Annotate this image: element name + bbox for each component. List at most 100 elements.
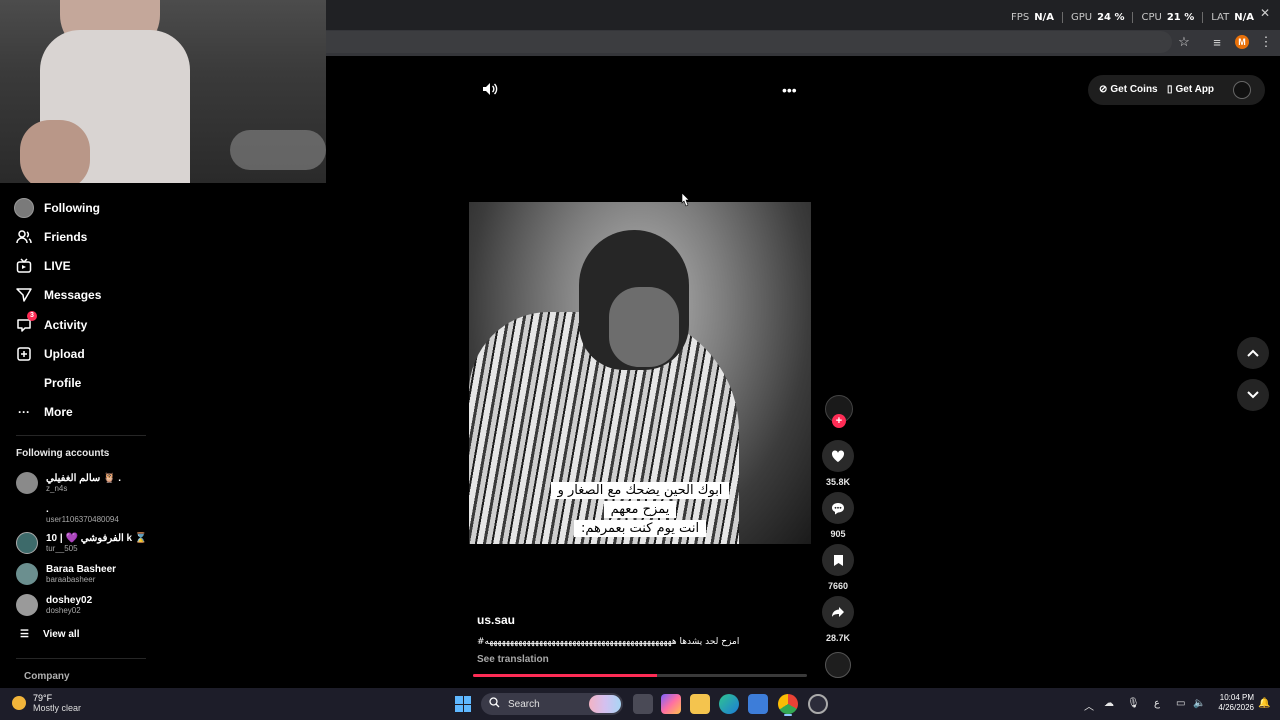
send-icon xyxy=(14,285,34,305)
account-avatar xyxy=(16,472,38,494)
list-icon: ☰ xyxy=(20,629,29,640)
task-view-icon[interactable] xyxy=(633,694,653,714)
onedrive-icon[interactable]: ☁ xyxy=(1104,698,1114,709)
copilot-icon[interactable] xyxy=(661,694,681,714)
volume-tray-icon[interactable]: 🔈 xyxy=(1193,698,1205,709)
search-highlight-image[interactable] xyxy=(589,695,621,713)
account-avatar xyxy=(16,503,38,525)
account-handle: z_n4s xyxy=(46,483,68,493)
sidebar-item-following[interactable]: Following xyxy=(14,196,100,220)
see-translation-link[interactable]: See translation xyxy=(477,654,549,665)
webcam-arm xyxy=(20,120,90,183)
dark-mode-toggle-icon[interactable] xyxy=(1233,81,1251,99)
sidebar-item-upload[interactable]: Upload xyxy=(14,342,85,366)
follow-plus-icon[interactable]: + xyxy=(832,414,846,428)
comment-action[interactable]: 905 xyxy=(822,492,854,539)
gpu-value: 24 % xyxy=(1097,12,1125,23)
video-progress-bar[interactable] xyxy=(473,674,807,677)
video-description: #امزح لحد يشدها هههههههههههههههههههههههه… xyxy=(477,637,740,647)
network-icon[interactable]: ▭ xyxy=(1176,698,1185,709)
taskbar-clock[interactable]: 10:04 PM 4/26/2026 xyxy=(1210,693,1254,713)
search-icon xyxy=(489,697,500,711)
account-name: سالم الغفيلي 🦉 . xyxy=(46,472,122,484)
fps-readout: FPS N/A xyxy=(1003,12,1063,23)
cpu-value: 21 % xyxy=(1166,12,1195,23)
profile-avatar-icon[interactable]: M xyxy=(1235,35,1249,49)
get-coins-button[interactable]: ⊘ Get Coins xyxy=(1099,84,1158,95)
lat-label: LAT xyxy=(1211,12,1230,23)
input-language-indicator[interactable]: ع xyxy=(1154,698,1160,709)
microphone-icon[interactable]: 🎙 xyxy=(1127,698,1140,709)
video-more-options-icon[interactable]: ••• xyxy=(782,82,797,98)
sidebar: Following Friends LIVE Messages 3 Activi… xyxy=(0,183,150,688)
weather-widget[interactable]: 79°F Mostly clear xyxy=(12,693,81,713)
previous-video-button[interactable] xyxy=(1237,337,1269,369)
following-avatar-icon xyxy=(14,198,34,218)
video-progress-fill xyxy=(473,674,657,677)
bookmark-star-icon[interactable]: ☆ xyxy=(1175,33,1193,51)
volume-icon[interactable] xyxy=(482,82,498,99)
sidebar-item-friends[interactable]: Friends xyxy=(14,225,87,249)
phone-icon: ▯ xyxy=(1167,84,1173,95)
sidebar-item-live[interactable]: LIVE xyxy=(14,254,71,278)
edge-icon[interactable] xyxy=(719,694,739,714)
following-account-item[interactable]: doshey02 doshey02 xyxy=(16,592,92,618)
account-handle: tur__505 xyxy=(46,543,78,553)
sidebar-item-messages[interactable]: Messages xyxy=(14,283,101,307)
plus-square-icon xyxy=(14,344,34,364)
fps-value: N/A xyxy=(1034,12,1054,23)
following-account-item[interactable]: سالم الغفيلي 🦉 . z_n4s xyxy=(16,470,121,496)
performance-overlay: FPS N/A GPU 24 % CPU 21 % LAT N/A xyxy=(1003,12,1262,23)
heart-icon[interactable] xyxy=(822,440,854,472)
following-account-item[interactable]: . user1106370480094 xyxy=(16,501,119,527)
browser-menu-icon[interactable]: ⋮ xyxy=(1257,33,1275,51)
sidebar-divider xyxy=(16,658,146,659)
following-accounts-title: Following accounts xyxy=(16,448,110,459)
chevron-down-icon xyxy=(1247,391,1259,399)
get-app-button[interactable]: ▯ Get App xyxy=(1167,84,1214,95)
sidebar-item-label: Profile xyxy=(44,376,82,390)
following-account-item[interactable]: 10 | 💜 الفرفوشي k ⌛ tur__505 xyxy=(16,530,147,556)
view-all-button[interactable]: ☰ View all xyxy=(20,629,79,640)
company-link[interactable]: Company xyxy=(24,671,70,682)
weather-moon-icon xyxy=(12,696,26,710)
account-name: 10 | 💜 الفرفوشي k ⌛ xyxy=(46,532,148,544)
reading-list-icon[interactable]: ≡ xyxy=(1208,33,1226,51)
fps-label: FPS xyxy=(1011,12,1030,23)
obs-icon[interactable] xyxy=(808,694,828,714)
sidebar-item-more[interactable]: ··· More xyxy=(14,400,73,424)
share-action[interactable]: 28.7K xyxy=(822,596,854,643)
tray-expand-icon[interactable]: ︿ xyxy=(1084,698,1094,713)
lat-value: N/A xyxy=(1234,12,1254,23)
comment-icon[interactable] xyxy=(822,492,854,524)
music-disc-icon[interactable] xyxy=(825,652,851,678)
following-account-item[interactable]: Baraa Basheer baraabasheer xyxy=(16,561,116,587)
webcam-overlay xyxy=(0,0,326,183)
view-all-label: View all xyxy=(42,629,80,640)
address-bar[interactable] xyxy=(326,31,1172,53)
bookmark-icon[interactable] xyxy=(822,544,854,576)
coin-icon: ⊘ xyxy=(1099,84,1108,95)
window-close-icon[interactable]: ✕ xyxy=(1260,6,1270,20)
account-handle: doshey02 xyxy=(46,605,81,615)
notification-bell-icon[interactable]: 🔔 xyxy=(1258,698,1270,709)
sidebar-item-label: More xyxy=(44,405,73,419)
store-icon[interactable] xyxy=(748,694,768,714)
share-icon[interactable] xyxy=(822,596,854,628)
sidebar-item-activity[interactable]: 3 Activity xyxy=(14,311,88,337)
sidebar-item-label: Activity xyxy=(44,318,88,332)
cpu-readout: CPU 21 % xyxy=(1133,12,1204,23)
file-explorer-icon[interactable] xyxy=(690,694,710,714)
save-action[interactable]: 7660 xyxy=(822,544,854,591)
chrome-icon[interactable] xyxy=(778,694,798,714)
like-action[interactable]: 35.8K xyxy=(822,440,854,487)
account-name: . xyxy=(46,503,49,515)
account-handle: baraabasheer xyxy=(46,574,96,584)
video-player[interactable]: ابوك الحين يضحك مع الصغار و يمزح معهم ان… xyxy=(469,202,811,544)
windows-start-icon[interactable] xyxy=(455,696,471,712)
account-handle: user1106370480094 xyxy=(46,514,119,524)
weather-temperature: 79°F xyxy=(33,693,53,703)
next-video-button[interactable] xyxy=(1237,379,1269,411)
video-author-name[interactable]: us.sau xyxy=(477,613,515,627)
sidebar-item-profile[interactable]: Profile xyxy=(14,371,81,395)
